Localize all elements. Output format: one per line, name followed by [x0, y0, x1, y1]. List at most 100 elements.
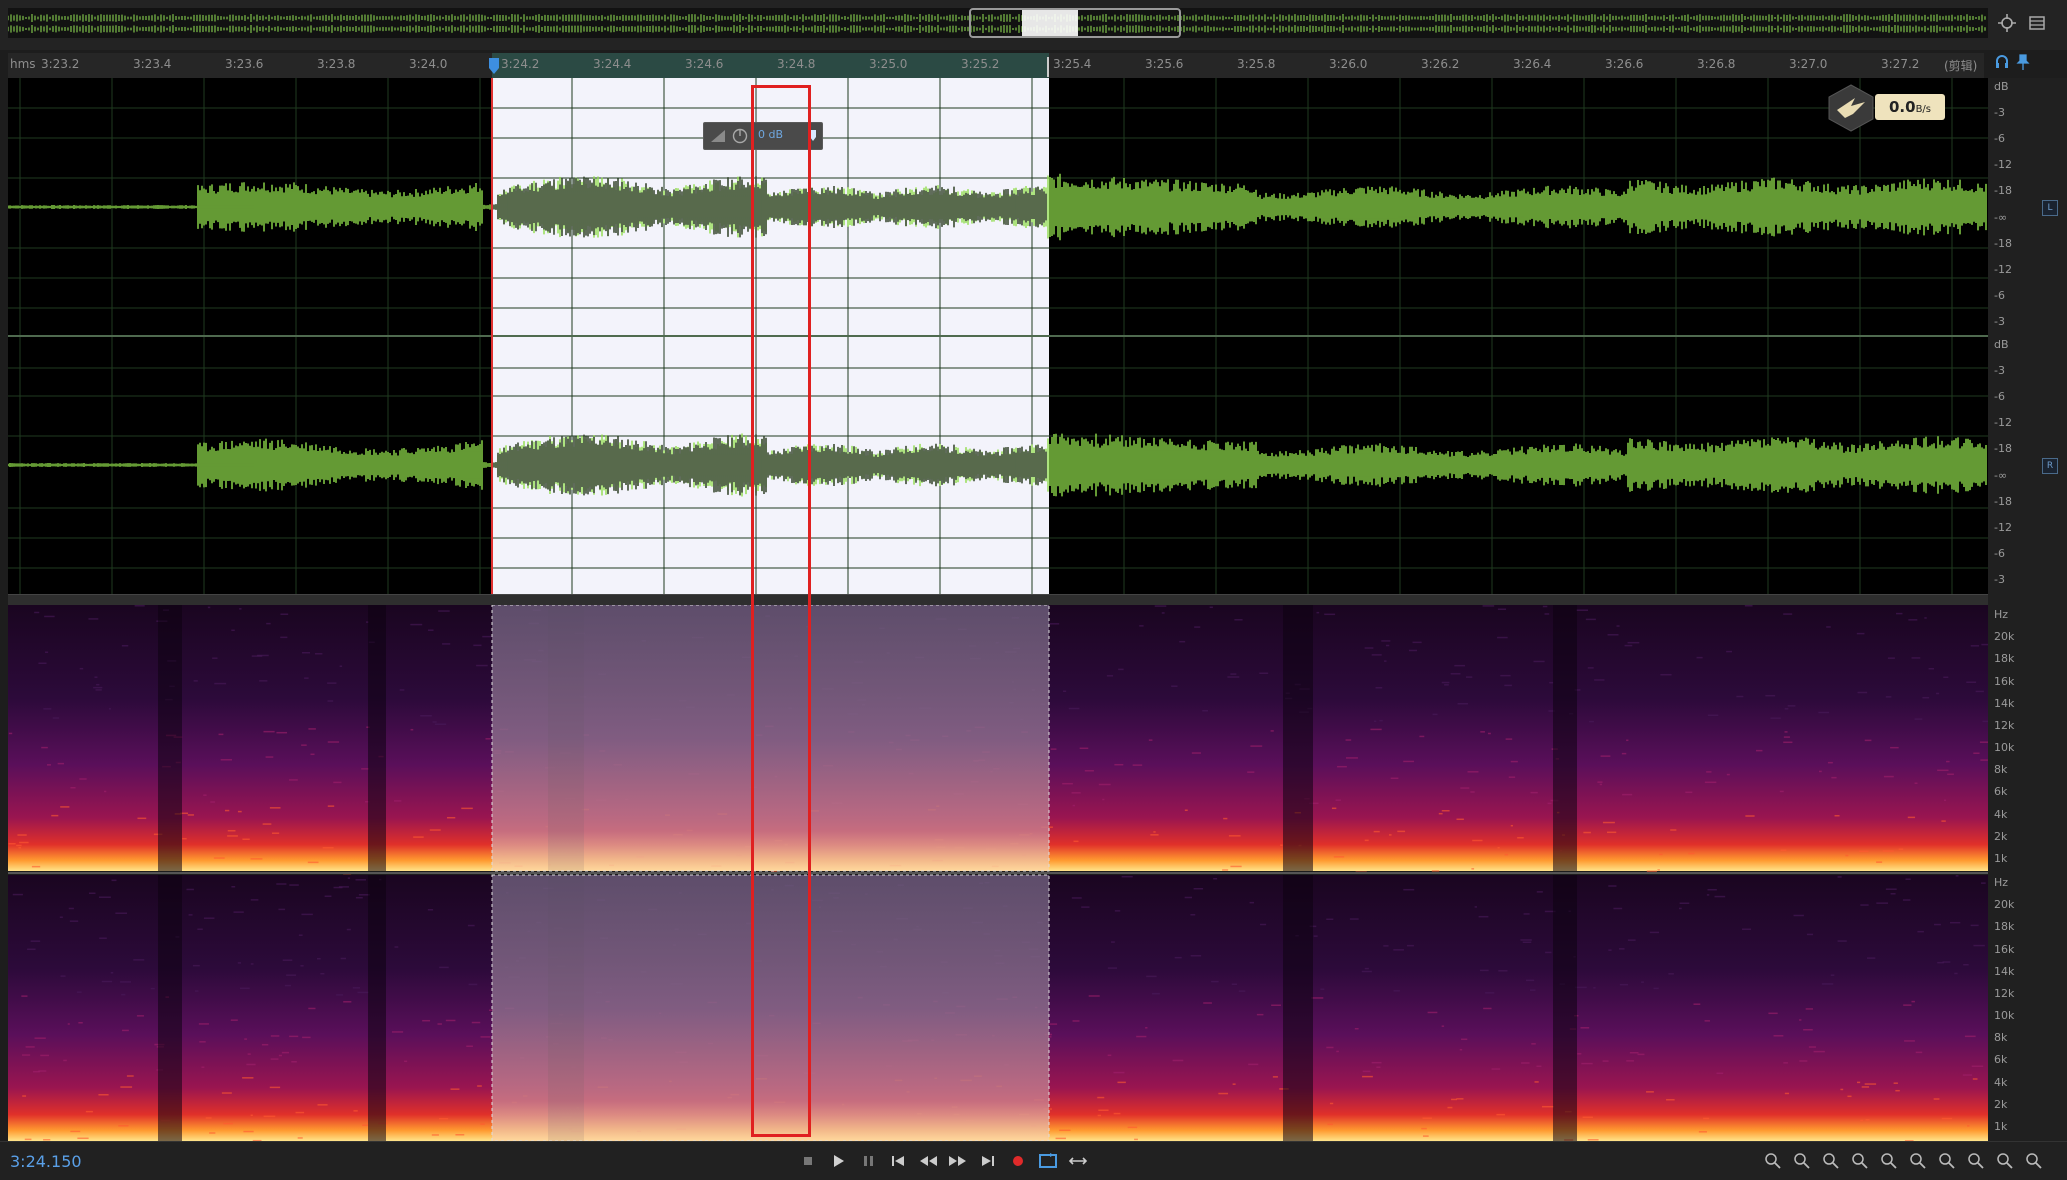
amplitude-scale-label: -18 [1994, 495, 2012, 508]
frequency-scale-label: 18k [1994, 652, 2014, 665]
gain-knob-icon[interactable] [732, 128, 748, 144]
ruler-tick-label: 3:25.4 [1053, 57, 1091, 71]
frequency-scale-label: 20k [1994, 898, 2014, 911]
frequency-scale-label: 16k [1994, 675, 2014, 688]
current-timecode[interactable]: 3:24.150 [10, 1152, 82, 1171]
bird-logo-icon [1825, 84, 1877, 132]
amplitude-scale-label: -6 [1994, 132, 2005, 145]
display-menu-icon[interactable] [2026, 12, 2048, 34]
amplitude-scale-label: dB [1994, 80, 2009, 93]
ruler-tick-label: 3:26.4 [1513, 57, 1551, 71]
ruler-tick-label: 3:24.2 [501, 57, 539, 71]
zoom-reset-icon[interactable] [1994, 1150, 2016, 1172]
overview-strip[interactable] [0, 0, 2067, 50]
amplitude-scale-label: -6 [1994, 547, 2005, 560]
ruler-mode-label: (剪辑) [1944, 57, 1977, 74]
amplitude-scale-label: -12 [1994, 521, 2012, 534]
zoom-navigator-icon[interactable] [1996, 12, 2018, 34]
rewind-icon[interactable] [917, 1150, 939, 1172]
frequency-scale-label: 4k [1994, 1076, 2007, 1089]
playhead-marker-icon[interactable] [488, 57, 500, 77]
ruler-tick-label: 3:24.6 [685, 57, 723, 71]
speed-unit: B/s [1916, 104, 1931, 115]
ruler-tick-label: 3:25.0 [869, 57, 907, 71]
pause-icon[interactable] [857, 1150, 879, 1172]
time-ruler[interactable]: hms 3:23.23:23.43:23.63:23.83:24.03:24.2… [8, 53, 1984, 79]
pin-icon[interactable] [2016, 53, 2030, 71]
spectral-frequency-view[interactable] [8, 605, 1988, 1141]
frequency-scale-label: 16k [1994, 943, 2014, 956]
amplitude-scale-label: -6 [1994, 289, 2005, 302]
loop-icon[interactable] [1037, 1150, 1059, 1172]
speed-badge: 0.0B/s [1825, 84, 1955, 132]
amplitude-scale-label: -3 [1994, 106, 2005, 119]
frequency-scale-label: 8k [1994, 763, 2007, 776]
frequency-scale-label: 1k [1994, 1120, 2007, 1133]
ruler-unit-label: hms [10, 57, 36, 71]
amplitude-scale-label: -3 [1994, 364, 2005, 377]
zoom-out-amplitude-icon[interactable] [1791, 1150, 1813, 1172]
zoom-in-right-icon[interactable] [1936, 1150, 1958, 1172]
ruler-tick-label: 3:23.4 [133, 57, 171, 71]
amplitude-scale-label: -12 [1994, 158, 2012, 171]
frequency-scale-label: 12k [1994, 719, 2014, 732]
amplitude-scale-label: -12 [1994, 263, 2012, 276]
ruler-tick-label: 3:24.8 [777, 57, 815, 71]
amplitude-scale-label: dB [1994, 338, 2009, 351]
ruler-tick-label: 3:25.2 [961, 57, 999, 71]
frequency-scale-label: 10k [1994, 1009, 2014, 1022]
frequency-scale-label: 10k [1994, 741, 2014, 754]
frequency-scale-label: 12k [1994, 987, 2014, 1000]
selection-end-marker-icon[interactable] [1044, 57, 1052, 77]
ruler-tick-label: 3:23.8 [317, 57, 355, 71]
waveform-view[interactable] [8, 78, 1988, 594]
monitor-headphones-icon[interactable] [1994, 53, 2010, 71]
frequency-scale-label: 8k [1994, 1031, 2007, 1044]
frequency-scale-label: 2k [1994, 1098, 2007, 1111]
frequency-scale-label: 20k [1994, 630, 2014, 643]
stop-icon[interactable] [797, 1150, 819, 1172]
overview-waveform[interactable] [8, 8, 1988, 38]
ruler-tick-label: 3:27.2 [1881, 57, 1919, 71]
frequency-scale-label: 6k [1994, 785, 2007, 798]
frequency-scale-label: 18k [1994, 920, 2014, 933]
go-to-end-icon[interactable] [977, 1150, 999, 1172]
ruler-tick-label: 3:24.4 [593, 57, 631, 71]
ruler-tick-label: 3:26.6 [1605, 57, 1643, 71]
frequency-scale-label: Hz [1994, 876, 2008, 889]
amplitude-scale-label: -18 [1994, 184, 2012, 197]
frequency-scale-label: Hz [1994, 608, 2008, 621]
frequency-scale-label: 1k [1994, 852, 2007, 865]
zoom-out-full-icon[interactable] [1965, 1150, 1987, 1172]
transport-bar: 3:24.150 [0, 1141, 2067, 1180]
amplitude-scale-label: -18 [1994, 237, 2012, 250]
frequency-scale-label: 2k [1994, 830, 2007, 843]
frequency-scale-label: 14k [1994, 697, 2014, 710]
frequency-scale-label: 6k [1994, 1053, 2007, 1066]
zoom-selection-icon[interactable] [1878, 1150, 1900, 1172]
zoom-in-time-icon[interactable] [1820, 1150, 1842, 1172]
zoom-in-left-icon[interactable] [1907, 1150, 1929, 1172]
fast-forward-icon[interactable] [947, 1150, 969, 1172]
left-channel-tag[interactable]: L [2042, 200, 2058, 216]
right-channel-tag[interactable]: R [2042, 458, 2058, 474]
ruler-tick-label: 3:25.6 [1145, 57, 1183, 71]
zoom-in-amplitude-icon[interactable] [1762, 1150, 1784, 1172]
record-icon[interactable] [1007, 1150, 1029, 1172]
ruler-tick-label: 3:23.2 [41, 57, 79, 71]
speed-value: 0.0 [1889, 98, 1916, 116]
zoom-out-time-icon[interactable] [1849, 1150, 1871, 1172]
go-to-start-icon[interactable] [887, 1150, 909, 1172]
highlight-annotation-box [751, 85, 811, 1137]
skip-selection-icon[interactable] [1067, 1150, 1089, 1172]
ruler-tick-label: 3:26.0 [1329, 57, 1367, 71]
amplitude-scale-label: -6 [1994, 390, 2005, 403]
ruler-tick-label: 3:26.2 [1421, 57, 1459, 71]
frequency-scale-label: 4k [1994, 808, 2007, 821]
amplitude-scale-label: -18 [1994, 442, 2012, 455]
play-icon[interactable] [827, 1150, 849, 1172]
vertical-scale-panel[interactable]: dB-3-6-12-18-∞-18-12-6-3 dB-3-6-12-18-∞-… [1988, 78, 2067, 1141]
zoom-settings-icon[interactable] [2023, 1150, 2045, 1172]
ruler-tick-label: 3:24.0 [409, 57, 447, 71]
amplitude-scale-label: -3 [1994, 573, 2005, 586]
